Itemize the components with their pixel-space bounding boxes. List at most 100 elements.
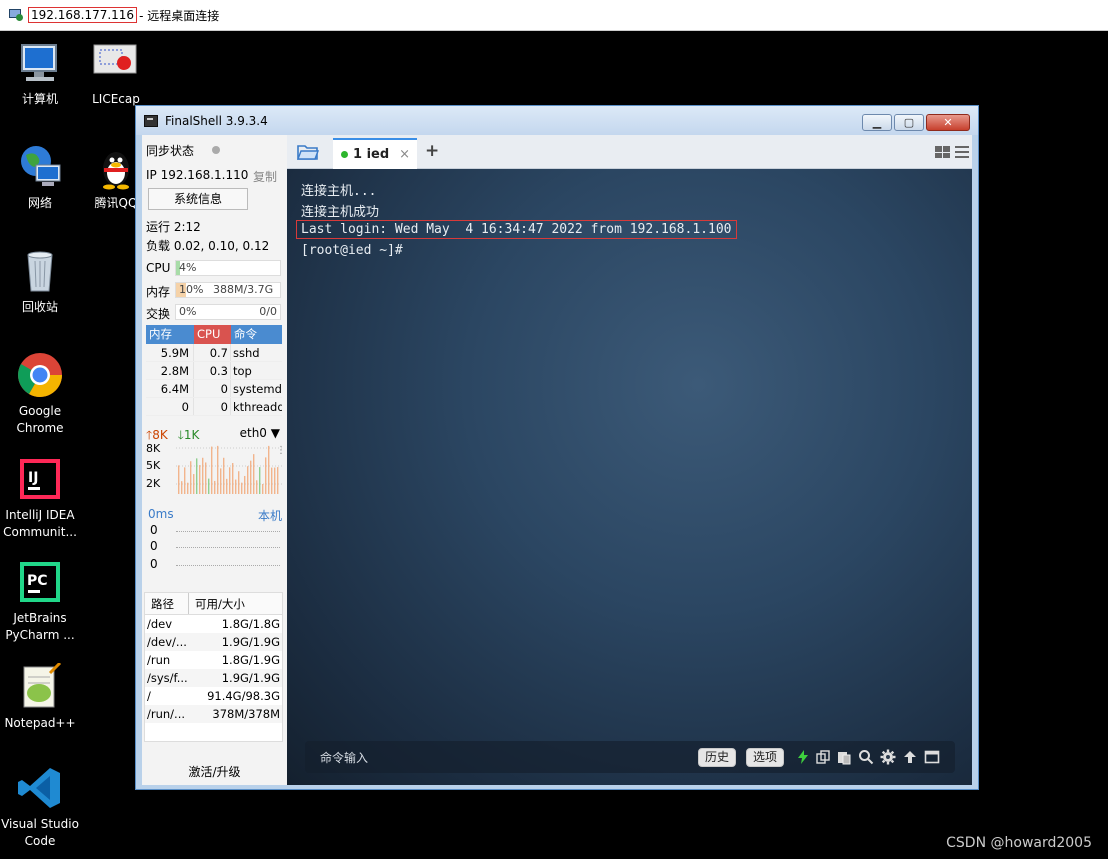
window-title: FinalShell 3.9.3.4 (165, 113, 268, 128)
gear-icon[interactable] (880, 749, 896, 765)
fs-path: /dev (147, 617, 173, 631)
net-traffic-bar (277, 467, 279, 494)
terminal-app-icon (144, 114, 158, 127)
proc-header-cpu[interactable]: CPU (194, 325, 231, 344)
ping-gridline (176, 547, 280, 548)
new-tab-button[interactable]: + (425, 141, 439, 161)
lightning-icon[interactable] (795, 749, 811, 765)
table-row[interactable]: 0 0 kthreadd (146, 398, 282, 416)
net-traffic-bar (229, 467, 231, 494)
drag-handle-icon[interactable]: ⋮ (276, 446, 286, 456)
finalshell-title-bar[interactable]: FinalShell 3.9.3.4 (136, 106, 978, 135)
finalshell-body: 同步状态 IP 192.168.1.110 复制 系统信息 运行 2:12 负载… (142, 135, 972, 785)
fs-path: /run/... (147, 707, 186, 721)
menu-icon[interactable] (955, 146, 969, 158)
network-graph: 8K 5K 2K ⋮ (146, 440, 286, 502)
desktop-icon-computer[interactable]: 计算机 (0, 39, 80, 108)
desktop-icon-network[interactable]: 网络 (0, 143, 80, 212)
net-traffic-bar (223, 457, 225, 494)
proc-cmd: systemd (233, 382, 282, 396)
cpu-meter: 4% (175, 260, 281, 276)
system-info-button[interactable]: 系统信息 (148, 188, 248, 210)
vscode-icon (16, 764, 64, 812)
ping-header: 0ms 本机 (148, 507, 282, 523)
proc-mem: 5.9M (146, 344, 194, 361)
table-row[interactable]: / 91.4G/98.3G (145, 687, 282, 705)
table-row[interactable]: /run 1.8G/1.9G (145, 651, 282, 669)
load-average: 负载 0.02, 0.10, 0.12 (146, 239, 270, 253)
recycle-bin-icon (16, 247, 64, 295)
table-row[interactable]: /dev/... 1.9G/1.9G (145, 633, 282, 651)
desktop-icon-label: IntelliJ IDEA Communit... (3, 508, 77, 539)
swap-detail: 0/0 (259, 305, 277, 318)
desktop-icon-notepadpp[interactable]: Notepad++ (0, 661, 80, 732)
computer-icon (16, 39, 64, 87)
tab-session-ied[interactable]: 1 ied × (333, 138, 417, 169)
fs-size: 1.8G/1.8G (221, 617, 280, 631)
net-traffic-bar (250, 460, 252, 494)
table-row[interactable]: 5.9M 0.7 sshd (146, 344, 282, 362)
net-traffic-bar (184, 467, 186, 494)
table-row[interactable]: 6.4M 0 systemd (146, 380, 282, 398)
mem-meter: 10% 388M/3.7G (175, 282, 281, 298)
proc-header-mem[interactable]: 内存 (146, 325, 194, 344)
table-row[interactable]: /sys/f... 1.9G/1.9G (145, 669, 282, 687)
desktop-icon-recycle-bin[interactable]: 回收站 (0, 247, 80, 316)
proc-mem: 2.8M (146, 362, 194, 379)
interface-select[interactable]: eth0 ▼ (240, 426, 280, 440)
notepadpp-icon (16, 661, 64, 711)
history-button[interactable]: 历史 (698, 748, 737, 767)
ping-tick: 0 (150, 557, 158, 571)
copy-ip-link[interactable]: 复制 (253, 168, 277, 185)
tab-label: 1 ied (353, 147, 390, 162)
desktop-icon-label: Visual Studio Code (1, 817, 79, 848)
proc-header-cmd[interactable]: 命令 (231, 325, 282, 344)
search-icon[interactable] (858, 749, 874, 765)
window-icon[interactable] (924, 749, 940, 765)
fs-header-avail[interactable]: 可用/大小 (189, 593, 245, 614)
net-traffic-bar (244, 475, 246, 494)
proc-cmd: top (233, 364, 252, 378)
tab-close-icon[interactable]: × (399, 147, 410, 162)
desktop-icon-vscode[interactable]: Visual Studio Code (0, 764, 80, 850)
chrome-icon (16, 351, 64, 399)
maximize-button[interactable]: ▢ (894, 114, 924, 131)
activate-upgrade-link[interactable]: 激活/升级 (142, 763, 287, 780)
desktop-icon-pycharm[interactable]: PC JetBrains PyCharm ... (0, 558, 80, 644)
terminal[interactable]: 连接主机... 连接主机成功 Last login: Wed May 4 16:… (287, 169, 972, 785)
fs-size: 91.4G/98.3G (207, 689, 280, 703)
table-row[interactable]: /run/... 378M/378M (145, 705, 282, 723)
net-traffic-bar (259, 467, 261, 494)
proc-mem: 0 (146, 398, 194, 415)
fs-size: 1.9G/1.9G (221, 671, 280, 685)
net-tick: 5K (146, 459, 161, 472)
network-icon (16, 143, 64, 191)
net-traffic-bar (208, 478, 210, 494)
terminal-line: 连接主机... (301, 184, 377, 199)
desktop-icon-intellij[interactable]: IJ IntelliJ IDEA Communit... (0, 455, 80, 541)
minimize-button[interactable]: ▁ (862, 114, 892, 131)
net-traffic-bar (274, 467, 276, 494)
fs-header-path[interactable]: 路径 (145, 593, 189, 614)
arrow-up-icon[interactable] (902, 749, 918, 765)
desktop-icon-chrome[interactable]: Google Chrome (0, 351, 80, 437)
open-folder-button[interactable] (296, 143, 320, 164)
net-traffic-bar (193, 474, 195, 494)
table-row[interactable]: /dev 1.8G/1.8G (145, 615, 282, 633)
close-button[interactable]: ✕ (926, 114, 970, 131)
desktop-icon-licecap[interactable]: LICEcap (76, 39, 156, 108)
swap-label: 交换 (146, 307, 171, 321)
fs-path: / (147, 689, 151, 703)
copy-icon[interactable] (815, 749, 831, 765)
command-input[interactable]: 命令输入 (320, 749, 368, 766)
layout-grid-icon[interactable] (935, 146, 950, 158)
table-row[interactable]: 2.8M 0.3 top (146, 362, 282, 380)
filesystem-table: 路径 可用/大小 /dev 1.8G/1.8G /dev/... 1.9G/1.9G… (144, 592, 283, 742)
net-traffic-bar (178, 465, 180, 494)
options-button[interactable]: 选项 (746, 748, 785, 767)
net-traffic-bar (235, 479, 237, 494)
ping-tick: 0 (150, 523, 158, 537)
ping-tick: 0 (150, 539, 158, 553)
paste-icon[interactable] (836, 749, 852, 765)
net-traffic-bar (262, 483, 264, 494)
